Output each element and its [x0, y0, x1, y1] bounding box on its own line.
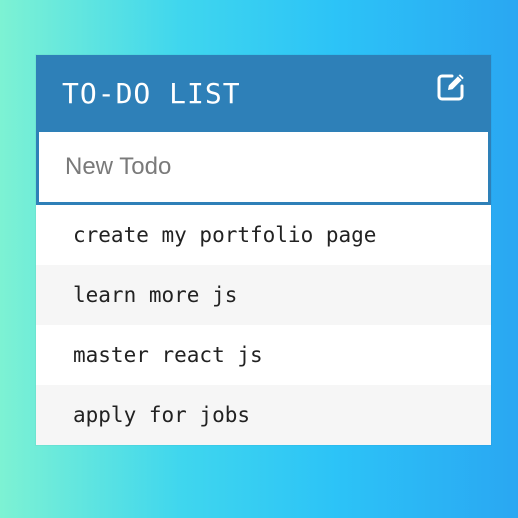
pencil-square-icon: [437, 74, 464, 101]
toggle-input-button[interactable]: [435, 71, 467, 103]
list-item[interactable]: master react js: [36, 325, 491, 385]
todo-header: TO-DO LIST: [36, 55, 491, 131]
new-todo-input[interactable]: [36, 131, 491, 205]
todo-list: create my portfolio page learn more js m…: [36, 205, 491, 445]
page-title: TO-DO LIST: [62, 77, 241, 110]
todo-label: apply for jobs: [73, 403, 251, 427]
list-item[interactable]: create my portfolio page: [36, 205, 491, 265]
todo-card: TO-DO LIST create my portfolio page lear…: [36, 55, 491, 445]
list-item[interactable]: learn more js: [36, 265, 491, 325]
list-item[interactable]: apply for jobs: [36, 385, 491, 445]
todo-label: learn more js: [73, 283, 238, 307]
todo-label: create my portfolio page: [73, 223, 377, 247]
todo-label: master react js: [73, 343, 263, 367]
